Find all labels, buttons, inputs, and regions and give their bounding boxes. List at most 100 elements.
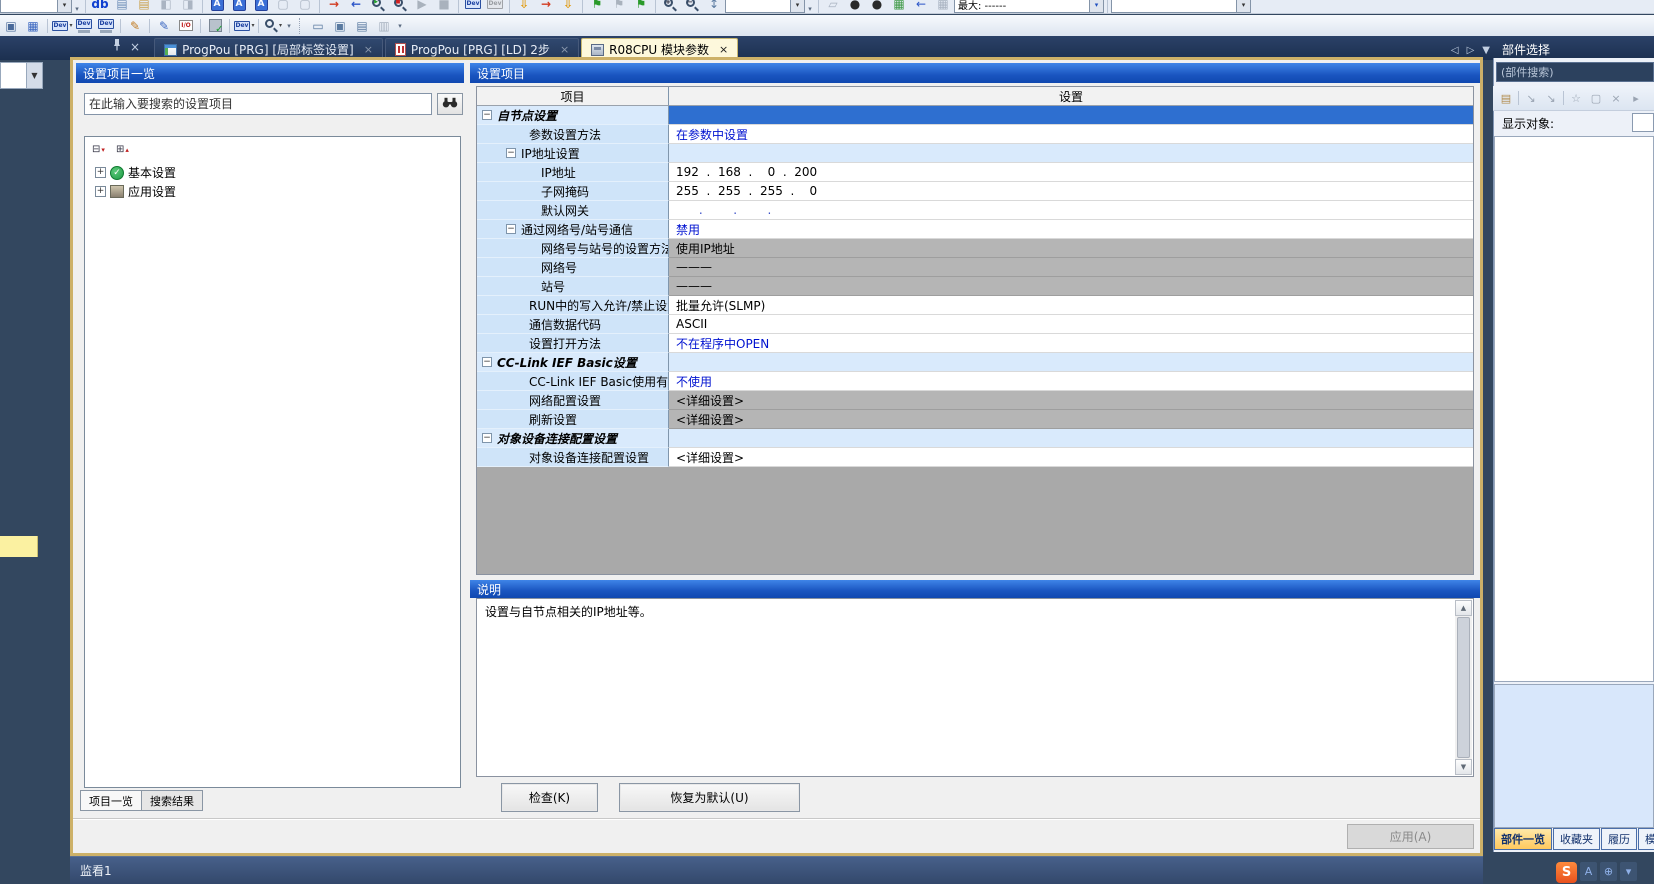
collapse-box-icon[interactable]: − bbox=[506, 224, 516, 234]
tab-menu-icon[interactable]: ▼ bbox=[1482, 45, 1490, 56]
setting-value-cell[interactable]: ASCII bbox=[669, 315, 1473, 334]
search-button[interactable] bbox=[437, 93, 463, 115]
display-target-dropdown[interactable] bbox=[1632, 113, 1654, 132]
setting-item-label[interactable]: −对象设备连接配置设置 bbox=[477, 429, 669, 448]
device-comment-a-icon[interactable]: A bbox=[206, 0, 228, 13]
parts-tab-1[interactable]: 部件一览 bbox=[1494, 828, 1552, 850]
left-panel-tab-2[interactable]: 搜索结果 bbox=[141, 790, 203, 811]
read-from-plc-icon[interactable]: ⇩ bbox=[557, 0, 579, 13]
write-to-plc-icon[interactable]: ⇩ bbox=[513, 0, 535, 13]
setting-item-label[interactable]: IP地址 bbox=[477, 163, 669, 182]
collapse-box-icon[interactable]: − bbox=[482, 357, 492, 367]
background-combo-fragment[interactable]: ▼ bbox=[0, 62, 43, 89]
tree-expand-icon[interactable]: + bbox=[95, 167, 106, 178]
toolbar-combo-1[interactable]: ▾ bbox=[0, 0, 72, 13]
inline-st-icon[interactable]: ▣ bbox=[329, 17, 351, 35]
parts-tab-4[interactable]: 模 bbox=[1638, 828, 1654, 850]
record-stop-icon[interactable]: ● bbox=[844, 0, 866, 13]
sogou-logo[interactable]: S bbox=[1556, 862, 1577, 883]
parameter-edit-icon[interactable]: ✎ bbox=[124, 17, 146, 35]
dev-badge-disabled-icon[interactable]: Dev bbox=[484, 0, 506, 13]
setting-value-cell[interactable]: ——— bbox=[669, 277, 1473, 296]
window-disabled-icon[interactable]: ▢ bbox=[272, 0, 294, 13]
folder-new-icon[interactable]: ▢ bbox=[1586, 89, 1606, 107]
setting-value-cell[interactable] bbox=[669, 106, 1473, 125]
device-memory-icon[interactable]: Dev bbox=[73, 17, 95, 35]
setting-item-label[interactable]: 刷新设置 bbox=[477, 410, 669, 429]
favorites-add-icon[interactable]: ☆ bbox=[1566, 89, 1586, 107]
copy-page-icon[interactable]: ▤ bbox=[111, 0, 133, 13]
tab-close-icon[interactable]: × bbox=[719, 43, 728, 56]
parts-tab-3[interactable]: 履历 bbox=[1601, 828, 1637, 850]
page-disabled-icon[interactable]: ▱ bbox=[822, 0, 844, 13]
setting-value-cell[interactable]: <详细设置> bbox=[669, 391, 1473, 410]
parts-search-input[interactable] bbox=[1496, 62, 1654, 82]
window-partial-icon[interactable]: ▣ bbox=[0, 17, 22, 35]
setting-value-cell[interactable]: . . . bbox=[669, 201, 1473, 220]
paste-parts-dropdown-icon[interactable]: ↘ bbox=[1521, 89, 1541, 107]
watch-max-combo[interactable]: 最大: ------▾ bbox=[954, 0, 1104, 13]
partial-icon[interactable]: ▸ bbox=[1626, 89, 1646, 107]
tab-close-icon[interactable]: × bbox=[560, 43, 569, 56]
program-check-icon[interactable]: ✓ bbox=[204, 17, 226, 35]
setting-value-cell[interactable]: 192 . 168 . 0 . 200 bbox=[669, 163, 1473, 182]
grid-green-icon[interactable]: ▦ bbox=[888, 0, 910, 13]
watch-window-titlebar[interactable]: 监看1 bbox=[70, 856, 1483, 884]
apply-button[interactable]: 应用(A) bbox=[1347, 824, 1474, 849]
tab-close-icon[interactable]: × bbox=[364, 43, 373, 56]
flag-run2-icon[interactable]: ⚑ bbox=[630, 0, 652, 13]
record-stop2-icon[interactable]: ● bbox=[866, 0, 888, 13]
chevron-down-icon[interactable]: ▼ bbox=[26, 63, 42, 88]
scroll-down-icon[interactable]: ▼ bbox=[1455, 759, 1472, 775]
setting-item-label[interactable]: 设置打开方法 bbox=[477, 334, 669, 353]
setting-item-label[interactable]: CC-Link IEF Basic使用有无 bbox=[477, 372, 669, 391]
setting-item-label[interactable]: 子网掩码 bbox=[477, 182, 669, 201]
setting-item-label[interactable]: 参数设置方法 bbox=[477, 125, 669, 144]
transfer-red-icon[interactable]: → bbox=[535, 0, 557, 13]
ime-mode-icon[interactable]: A bbox=[1580, 862, 1597, 881]
check-button[interactable]: 检查(K) bbox=[501, 783, 598, 812]
search-disabled2-icon[interactable]: ■ bbox=[433, 0, 455, 13]
restore-default-button[interactable]: 恢复为默认(U) bbox=[619, 783, 800, 812]
expand-all-icon[interactable]: ⊞▴ bbox=[115, 142, 133, 157]
parts-tab-2[interactable]: 收藏夹 bbox=[1553, 828, 1600, 850]
left-panel-tab-1[interactable]: 项目一览 bbox=[80, 790, 142, 811]
zoom-in-icon[interactable]: + bbox=[659, 0, 681, 13]
setting-item-label[interactable]: 网络号 bbox=[477, 258, 669, 277]
setting-value-cell[interactable]: ——— bbox=[669, 258, 1473, 277]
grid-disabled-icon[interactable]: ▦ bbox=[932, 0, 954, 13]
search-stop-icon[interactable]: ■ bbox=[389, 0, 411, 13]
setting-item-label[interactable]: 对象设备连接配置设置 bbox=[477, 448, 669, 467]
setting-value-cell[interactable]: 禁用 bbox=[669, 220, 1473, 239]
search-disabled-icon[interactable]: ▶ bbox=[411, 0, 433, 13]
statement-list-icon[interactable]: ▤ bbox=[351, 17, 373, 35]
setting-value-cell[interactable]: 不使用 bbox=[669, 372, 1473, 391]
description-scrollbar[interactable]: ▲ ▼ bbox=[1455, 600, 1472, 775]
zoom-fit-icon[interactable]: ↕ bbox=[703, 0, 725, 13]
toolbar-overflow-1[interactable]: ▾ bbox=[72, 5, 82, 13]
device-comment-a2-icon[interactable]: A bbox=[228, 0, 250, 13]
close-pane-icon[interactable]: × bbox=[130, 40, 140, 54]
pin-icon[interactable] bbox=[112, 38, 122, 54]
setting-item-label[interactable]: 默认网关 bbox=[477, 201, 669, 220]
chevron-down-icon[interactable]: ▾ bbox=[790, 0, 804, 12]
search-input[interactable] bbox=[84, 93, 432, 115]
collapse-all-icon[interactable]: ⊟▾ bbox=[91, 142, 109, 157]
tree-expand-icon[interactable]: + bbox=[95, 186, 106, 197]
scroll-up-icon[interactable]: ▲ bbox=[1455, 600, 1472, 616]
io-check-icon[interactable]: I/O bbox=[175, 17, 197, 35]
setting-item-label[interactable]: −通过网络号/站号通信 bbox=[477, 220, 669, 239]
setting-value-cell[interactable]: 不在程序中OPEN bbox=[669, 334, 1473, 353]
setting-value-cell[interactable]: 使用IP地址 bbox=[669, 239, 1473, 258]
setting-item-label[interactable]: 网络号与站号的设置方法 bbox=[477, 239, 669, 258]
setting-value-cell[interactable]: 批量允许(SLMP) bbox=[669, 296, 1473, 315]
toolbar-combo-4[interactable]: ▾ bbox=[1111, 0, 1251, 13]
tree-item-1[interactable]: +✓基本设置 bbox=[85, 163, 460, 182]
chevron-down-icon[interactable]: ▾ bbox=[57, 0, 71, 12]
jump-forward-red-icon[interactable]: → bbox=[323, 0, 345, 13]
setting-item-label[interactable]: −自节点设置 bbox=[477, 106, 669, 125]
setting-item-label[interactable]: 站号 bbox=[477, 277, 669, 296]
setting-value-cell[interactable]: 255 . 255 . 255 . 0 bbox=[669, 182, 1473, 201]
toolbar-overflow-4[interactable]: ▾ bbox=[395, 22, 405, 30]
collapse-box-icon[interactable]: − bbox=[482, 110, 492, 120]
